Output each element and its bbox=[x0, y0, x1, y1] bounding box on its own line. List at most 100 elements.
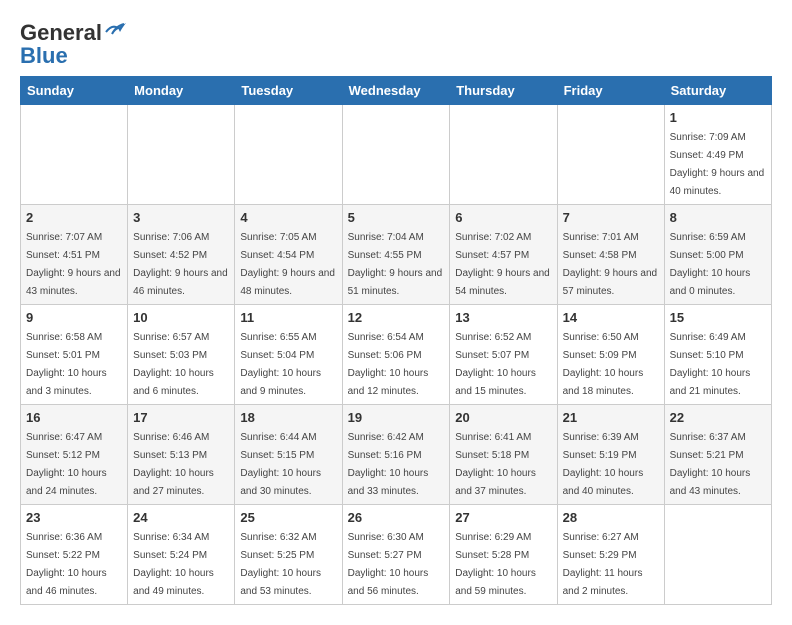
day-number: 7 bbox=[563, 210, 659, 225]
day-number: 3 bbox=[133, 210, 229, 225]
weekday-header-friday: Friday bbox=[557, 76, 664, 104]
weekday-header-tuesday: Tuesday bbox=[235, 76, 342, 104]
day-info: Sunrise: 6:34 AMSunset: 5:24 PMDaylight:… bbox=[133, 532, 214, 597]
calendar-cell: 3 Sunrise: 7:06 AMSunset: 4:52 PMDaylight… bbox=[128, 204, 235, 304]
day-info: Sunrise: 6:59 AMSunset: 5:00 PMDaylight:… bbox=[670, 232, 751, 297]
day-number: 12 bbox=[348, 310, 445, 325]
day-number: 22 bbox=[670, 410, 766, 425]
day-info: Sunrise: 7:09 AMSunset: 4:49 PMDaylight:… bbox=[670, 132, 765, 197]
calendar-cell bbox=[557, 104, 664, 204]
day-number: 9 bbox=[26, 310, 122, 325]
day-number: 26 bbox=[348, 510, 445, 525]
day-number: 11 bbox=[240, 310, 336, 325]
day-number: 8 bbox=[670, 210, 766, 225]
day-number: 27 bbox=[455, 510, 551, 525]
day-number: 14 bbox=[563, 310, 659, 325]
day-info: Sunrise: 6:41 AMSunset: 5:18 PMDaylight:… bbox=[455, 432, 536, 497]
calendar-cell bbox=[450, 104, 557, 204]
day-number: 25 bbox=[240, 510, 336, 525]
calendar-cell: 25 Sunrise: 6:32 AMSunset: 5:25 PMDayligh… bbox=[235, 504, 342, 604]
day-info: Sunrise: 6:37 AMSunset: 5:21 PMDaylight:… bbox=[670, 432, 751, 497]
calendar-cell: 2Sunrise: 7:07 AMSunset: 4:51 PMDaylight… bbox=[21, 204, 128, 304]
calendar-cell: 8 Sunrise: 6:59 AMSunset: 5:00 PMDaylight… bbox=[664, 204, 771, 304]
day-number: 4 bbox=[240, 210, 336, 225]
day-info: Sunrise: 7:06 AMSunset: 4:52 PMDaylight:… bbox=[133, 232, 228, 297]
day-number: 15 bbox=[670, 310, 766, 325]
calendar-cell: 27 Sunrise: 6:29 AMSunset: 5:28 PMDayligh… bbox=[450, 504, 557, 604]
day-number: 13 bbox=[455, 310, 551, 325]
calendar-cell: 19 Sunrise: 6:42 AMSunset: 5:16 PMDayligh… bbox=[342, 404, 450, 504]
day-number: 2 bbox=[26, 210, 122, 225]
page-header: General Blue bbox=[20, 20, 772, 66]
day-number: 28 bbox=[563, 510, 659, 525]
day-info: Sunrise: 6:52 AMSunset: 5:07 PMDaylight:… bbox=[455, 332, 536, 397]
calendar-cell bbox=[235, 104, 342, 204]
calendar-cell: 10 Sunrise: 6:57 AMSunset: 5:03 PMDayligh… bbox=[128, 304, 235, 404]
day-info: Sunrise: 6:29 AMSunset: 5:28 PMDaylight:… bbox=[455, 532, 536, 597]
day-info: Sunrise: 6:44 AMSunset: 5:15 PMDaylight:… bbox=[240, 432, 321, 497]
day-info: Sunrise: 6:57 AMSunset: 5:03 PMDaylight:… bbox=[133, 332, 214, 397]
calendar-cell: 23 Sunrise: 6:36 AMSunset: 5:22 PMDayligh… bbox=[21, 504, 128, 604]
day-number: 16 bbox=[26, 410, 122, 425]
day-info: Sunrise: 7:01 AMSunset: 4:58 PMDaylight:… bbox=[563, 232, 658, 297]
calendar-cell bbox=[342, 104, 450, 204]
day-number: 1 bbox=[670, 110, 766, 125]
day-number: 20 bbox=[455, 410, 551, 425]
logo-bird-icon bbox=[104, 22, 126, 40]
calendar-cell: 11Sunrise: 6:55 AMSunset: 5:04 PMDayligh… bbox=[235, 304, 342, 404]
day-number: 23 bbox=[26, 510, 122, 525]
day-info: Sunrise: 6:27 AMSunset: 5:29 PMDaylight:… bbox=[563, 532, 643, 597]
calendar-cell: 28 Sunrise: 6:27 AMSunset: 5:29 PMDayligh… bbox=[557, 504, 664, 604]
calendar-cell bbox=[21, 104, 128, 204]
calendar-cell: 22 Sunrise: 6:37 AMSunset: 5:21 PMDayligh… bbox=[664, 404, 771, 504]
calendar-week-row: 16 Sunrise: 6:47 AMSunset: 5:12 PMDayligh… bbox=[21, 404, 772, 504]
calendar-table: SundayMondayTuesdayWednesdayThursdayFrid… bbox=[20, 76, 772, 605]
day-number: 6 bbox=[455, 210, 551, 225]
calendar-cell: 6 Sunrise: 7:02 AMSunset: 4:57 PMDaylight… bbox=[450, 204, 557, 304]
day-info: Sunrise: 6:54 AMSunset: 5:06 PMDaylight:… bbox=[348, 332, 429, 397]
calendar-header-row: SundayMondayTuesdayWednesdayThursdayFrid… bbox=[21, 76, 772, 104]
calendar-week-row: 9 Sunrise: 6:58 AMSunset: 5:01 PMDaylight… bbox=[21, 304, 772, 404]
calendar-cell: 15Sunrise: 6:49 AMSunset: 5:10 PMDayligh… bbox=[664, 304, 771, 404]
day-number: 24 bbox=[133, 510, 229, 525]
day-info: Sunrise: 6:58 AMSunset: 5:01 PMDaylight:… bbox=[26, 332, 107, 397]
calendar-cell: 17 Sunrise: 6:46 AMSunset: 5:13 PMDayligh… bbox=[128, 404, 235, 504]
day-info: Sunrise: 6:50 AMSunset: 5:09 PMDaylight:… bbox=[563, 332, 644, 397]
logo-blue-text: Blue bbox=[20, 46, 68, 66]
day-info: Sunrise: 6:36 AMSunset: 5:22 PMDaylight:… bbox=[26, 532, 107, 597]
day-info: Sunrise: 6:30 AMSunset: 5:27 PMDaylight:… bbox=[348, 532, 429, 597]
day-number: 18 bbox=[240, 410, 336, 425]
day-info: Sunrise: 6:32 AMSunset: 5:25 PMDaylight:… bbox=[240, 532, 321, 597]
calendar-cell: 26 Sunrise: 6:30 AMSunset: 5:27 PMDayligh… bbox=[342, 504, 450, 604]
weekday-header-monday: Monday bbox=[128, 76, 235, 104]
day-info: Sunrise: 6:42 AMSunset: 5:16 PMDaylight:… bbox=[348, 432, 429, 497]
calendar-cell: 13 Sunrise: 6:52 AMSunset: 5:07 PMDayligh… bbox=[450, 304, 557, 404]
calendar-cell: 20 Sunrise: 6:41 AMSunset: 5:18 PMDayligh… bbox=[450, 404, 557, 504]
day-number: 19 bbox=[348, 410, 445, 425]
calendar-cell bbox=[128, 104, 235, 204]
calendar-cell: 16 Sunrise: 6:47 AMSunset: 5:12 PMDayligh… bbox=[21, 404, 128, 504]
calendar-cell: 24 Sunrise: 6:34 AMSunset: 5:24 PMDayligh… bbox=[128, 504, 235, 604]
weekday-header-wednesday: Wednesday bbox=[342, 76, 450, 104]
day-info: Sunrise: 7:02 AMSunset: 4:57 PMDaylight:… bbox=[455, 232, 550, 297]
logo: General Blue bbox=[20, 20, 126, 66]
calendar-week-row: 23 Sunrise: 6:36 AMSunset: 5:22 PMDayligh… bbox=[21, 504, 772, 604]
weekday-header-thursday: Thursday bbox=[450, 76, 557, 104]
calendar-body: 1 Sunrise: 7:09 AMSunset: 4:49 PMDaylight… bbox=[21, 104, 772, 604]
weekday-header-sunday: Sunday bbox=[21, 76, 128, 104]
day-info: Sunrise: 6:46 AMSunset: 5:13 PMDaylight:… bbox=[133, 432, 214, 497]
calendar-cell: 9 Sunrise: 6:58 AMSunset: 5:01 PMDaylight… bbox=[21, 304, 128, 404]
calendar-week-row: 1 Sunrise: 7:09 AMSunset: 4:49 PMDaylight… bbox=[21, 104, 772, 204]
calendar-cell: 7 Sunrise: 7:01 AMSunset: 4:58 PMDaylight… bbox=[557, 204, 664, 304]
day-info: Sunrise: 6:39 AMSunset: 5:19 PMDaylight:… bbox=[563, 432, 644, 497]
calendar-cell: 14 Sunrise: 6:50 AMSunset: 5:09 PMDayligh… bbox=[557, 304, 664, 404]
day-info: Sunrise: 7:05 AMSunset: 4:54 PMDaylight:… bbox=[240, 232, 335, 297]
calendar-week-row: 2Sunrise: 7:07 AMSunset: 4:51 PMDaylight… bbox=[21, 204, 772, 304]
calendar-cell: 21Sunrise: 6:39 AMSunset: 5:19 PMDayligh… bbox=[557, 404, 664, 504]
day-number: 17 bbox=[133, 410, 229, 425]
calendar-cell: 1 Sunrise: 7:09 AMSunset: 4:49 PMDaylight… bbox=[664, 104, 771, 204]
calendar-cell: 5Sunrise: 7:04 AMSunset: 4:55 PMDaylight… bbox=[342, 204, 450, 304]
day-info: Sunrise: 6:47 AMSunset: 5:12 PMDaylight:… bbox=[26, 432, 107, 497]
day-number: 10 bbox=[133, 310, 229, 325]
calendar-cell: 18 Sunrise: 6:44 AMSunset: 5:15 PMDayligh… bbox=[235, 404, 342, 504]
